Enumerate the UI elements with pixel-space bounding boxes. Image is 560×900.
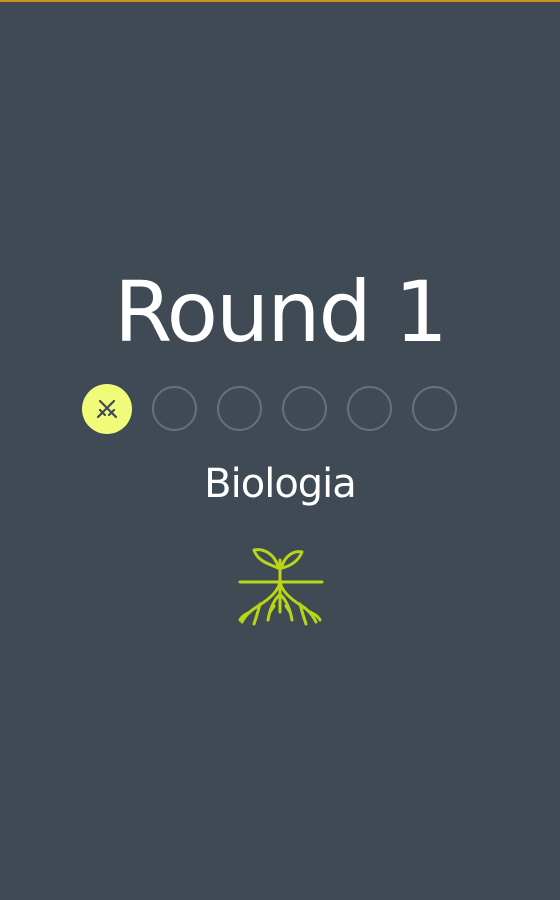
round-progress — [82, 384, 457, 434]
category-name: Biologia — [204, 461, 357, 507]
progress-step-2 — [152, 386, 197, 431]
progress-step-5 — [347, 386, 392, 431]
crossed-swords-icon — [96, 399, 118, 419]
top-accent-strip — [0, 0, 560, 2]
progress-step-4 — [282, 386, 327, 431]
round-title: Round 1 — [114, 263, 448, 361]
progress-step-3 — [217, 386, 262, 431]
progress-step-current — [82, 384, 132, 434]
plant-roots-icon — [238, 548, 324, 626]
progress-step-6 — [412, 386, 457, 431]
